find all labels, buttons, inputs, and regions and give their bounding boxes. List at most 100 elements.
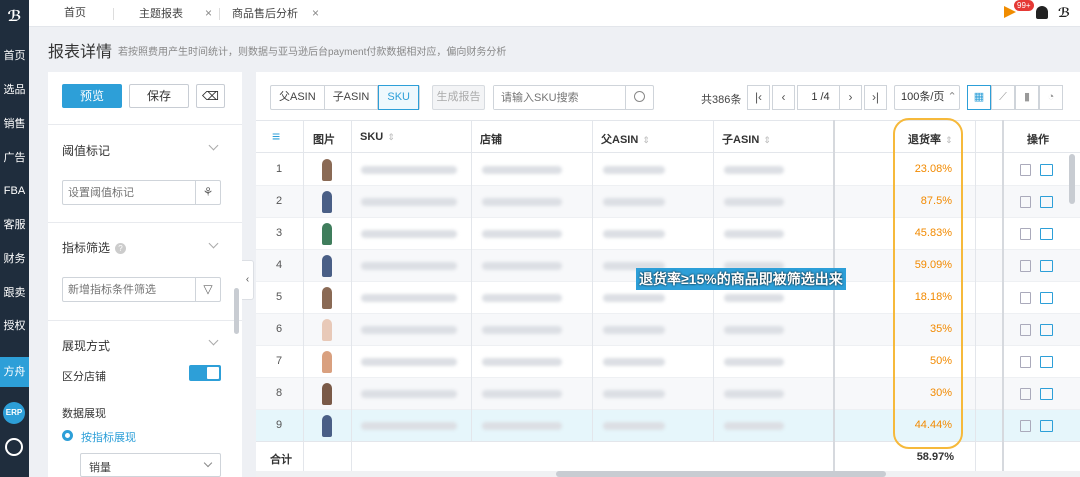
detail-icon[interactable] bbox=[1020, 292, 1031, 304]
by-metric-label[interactable]: 按指标展现 bbox=[81, 429, 136, 445]
prev-page-button[interactable]: ‹ bbox=[772, 85, 795, 110]
col-parent-asin[interactable]: 父ASIN ⇕ bbox=[601, 131, 650, 147]
detail-icon[interactable] bbox=[1020, 228, 1031, 240]
trend-chart-icon[interactable] bbox=[1040, 420, 1053, 432]
close-icon[interactable]: × bbox=[205, 6, 212, 20]
seg-sku[interactable]: SKU bbox=[378, 85, 419, 110]
split-store-label: 区分店铺 bbox=[62, 371, 106, 383]
sku-search[interactable] bbox=[493, 85, 654, 110]
nav-item-follow[interactable]: 跟卖 bbox=[0, 281, 29, 305]
split-store-toggle[interactable] bbox=[189, 365, 221, 381]
table-view-icon[interactable]: ▦ bbox=[967, 85, 991, 110]
help-icon[interactable]: ? bbox=[115, 243, 127, 254]
trend-chart-icon[interactable] bbox=[1040, 324, 1053, 336]
chevron-down-icon[interactable] bbox=[208, 335, 219, 346]
metric-filter-field[interactable]: ▽ bbox=[62, 277, 221, 302]
collapse-panel-button[interactable]: ‹ bbox=[242, 260, 254, 300]
nav-item-sales[interactable]: 销售 bbox=[0, 112, 29, 136]
chevron-down-icon[interactable] bbox=[208, 140, 219, 151]
nav-item-selection[interactable]: 选品 bbox=[0, 78, 29, 102]
nav-item-service[interactable]: 客服 bbox=[0, 213, 29, 237]
bar-chart-icon[interactable]: ▮ bbox=[1015, 85, 1039, 110]
detail-icon[interactable] bbox=[1020, 260, 1031, 272]
nav-item-auth[interactable]: 授权 bbox=[0, 314, 29, 338]
by-metric-radio[interactable] bbox=[62, 430, 73, 441]
product-thumbnail[interactable] bbox=[322, 383, 332, 405]
erp-icon[interactable]: ERP bbox=[3, 402, 25, 424]
preview-button[interactable]: 预览 bbox=[62, 84, 122, 108]
last-page-button[interactable]: ›| bbox=[864, 85, 887, 110]
palette-icon[interactable]: ⚘ bbox=[195, 181, 220, 204]
table-horizontal-scrollbar[interactable] bbox=[256, 471, 1080, 477]
trend-chart-icon[interactable] bbox=[1040, 164, 1053, 176]
line-chart-icon[interactable]: ⟋ bbox=[991, 85, 1015, 110]
metric-select[interactable]: 销量 bbox=[80, 453, 221, 477]
app-logo-icon[interactable]: ℬ bbox=[4, 6, 25, 27]
first-page-button[interactable]: |‹ bbox=[747, 85, 770, 110]
nav-item-finance[interactable]: 财务 bbox=[0, 247, 29, 271]
nav-item-ark[interactable]: 方舟 bbox=[0, 357, 29, 387]
product-thumbnail[interactable] bbox=[322, 255, 332, 277]
return-rate-highlight bbox=[893, 118, 963, 449]
redacted-child-asin bbox=[724, 422, 784, 430]
nav-item-fba[interactable]: FBA bbox=[0, 179, 29, 203]
sku-search-input[interactable] bbox=[494, 86, 624, 109]
product-thumbnail[interactable] bbox=[322, 223, 332, 245]
sort-icon[interactable]: ⇕ bbox=[387, 132, 395, 142]
trend-chart-icon[interactable] bbox=[1040, 356, 1053, 368]
trend-chart-icon[interactable] bbox=[1040, 228, 1053, 240]
sort-icon[interactable]: ⇕ bbox=[763, 135, 771, 145]
seg-child-asin[interactable]: 子ASIN bbox=[325, 86, 379, 109]
redacted-sku bbox=[361, 230, 457, 238]
product-thumbnail[interactable] bbox=[322, 415, 332, 437]
row-index: 4 bbox=[276, 259, 283, 271]
col-sku[interactable]: SKU ⇕ bbox=[360, 131, 395, 143]
save-button[interactable]: 保存 bbox=[129, 84, 189, 108]
table-vertical-scrollbar[interactable] bbox=[1069, 154, 1075, 204]
settings-icon[interactable] bbox=[5, 438, 23, 456]
generate-report-button[interactable]: 生成报告 bbox=[432, 85, 485, 110]
detail-icon[interactable] bbox=[1020, 420, 1031, 432]
col-divider bbox=[303, 120, 304, 471]
eraser-icon[interactable]: ⌫ bbox=[196, 84, 225, 108]
nav-item-home[interactable]: 首页 bbox=[0, 44, 29, 68]
scroll-thumb[interactable] bbox=[556, 471, 886, 477]
threshold-field[interactable]: ⚘ bbox=[62, 180, 221, 205]
product-thumbnail[interactable] bbox=[322, 287, 332, 309]
pie-chart-icon[interactable]: ◔ bbox=[1039, 85, 1063, 110]
detail-icon[interactable] bbox=[1020, 164, 1031, 176]
close-icon[interactable]: × bbox=[312, 6, 319, 20]
trend-chart-icon[interactable] bbox=[1040, 196, 1053, 208]
row-index: 8 bbox=[276, 387, 283, 399]
product-thumbnail[interactable] bbox=[322, 159, 332, 181]
next-page-button[interactable]: › bbox=[839, 85, 862, 110]
tab-aftersale-analysis[interactable]: 商品售后分析 × bbox=[232, 0, 319, 27]
left-scrollbar[interactable] bbox=[234, 288, 239, 334]
column-settings-icon[interactable]: ≡ bbox=[272, 128, 280, 144]
sort-icon[interactable]: ⇕ bbox=[642, 135, 650, 145]
detail-icon[interactable] bbox=[1020, 324, 1031, 336]
trend-chart-icon[interactable] bbox=[1040, 260, 1053, 272]
seg-parent-asin[interactable]: 父ASIN bbox=[271, 86, 325, 109]
detail-icon[interactable] bbox=[1020, 196, 1031, 208]
divider bbox=[48, 124, 242, 125]
col-child-asin[interactable]: 子ASIN ⇕ bbox=[722, 131, 771, 147]
filter-icon[interactable]: ▽ bbox=[195, 278, 220, 301]
detail-icon[interactable] bbox=[1020, 388, 1031, 400]
trend-chart-icon[interactable] bbox=[1040, 388, 1053, 400]
col-divider bbox=[975, 120, 976, 471]
page-indicator[interactable]: 1 /4 bbox=[797, 85, 844, 110]
col-divider bbox=[351, 120, 352, 471]
bell-icon[interactable] bbox=[1036, 6, 1048, 19]
product-thumbnail[interactable] bbox=[322, 191, 332, 213]
tab-home[interactable]: 首页 bbox=[64, 0, 86, 27]
search-icon[interactable] bbox=[625, 86, 653, 109]
product-thumbnail[interactable] bbox=[322, 319, 332, 341]
page-size-select[interactable]: 100条/页 ⌃ bbox=[894, 85, 960, 110]
product-thumbnail[interactable] bbox=[322, 351, 332, 373]
tab-theme-report[interactable]: 主题报表 × bbox=[139, 0, 212, 27]
detail-icon[interactable] bbox=[1020, 356, 1031, 368]
nav-item-ads[interactable]: 广告 bbox=[0, 146, 29, 170]
trend-chart-icon[interactable] bbox=[1040, 292, 1053, 304]
chevron-down-icon[interactable] bbox=[208, 238, 219, 249]
